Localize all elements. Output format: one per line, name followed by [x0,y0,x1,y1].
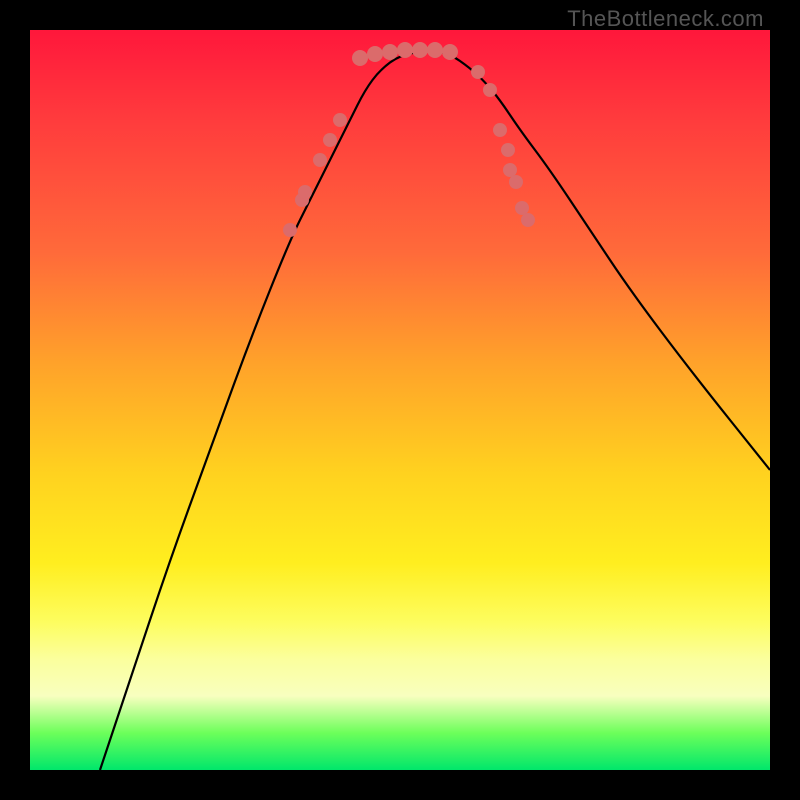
curve-marker [313,153,327,167]
curve-marker [515,201,529,215]
curve-marker [412,42,428,58]
marker-group [283,42,535,237]
curve-marker [427,42,443,58]
curve-marker [493,123,507,137]
curve-marker [503,163,517,177]
watermark-text: TheBottleneck.com [567,6,764,32]
curve-marker [283,223,297,237]
curve-marker [333,113,347,127]
chart-svg [30,30,770,770]
curve-marker [323,133,337,147]
bottleneck-curve [100,51,770,770]
curve-marker [352,50,368,66]
curve-marker [509,175,523,189]
curve-marker [382,44,398,60]
curve-marker [367,46,383,62]
curve-marker [521,213,535,227]
curve-marker [442,44,458,60]
chart-container: TheBottleneck.com [0,0,800,800]
curve-marker [397,42,413,58]
curve-marker [483,83,497,97]
curve-marker [471,65,485,79]
curve-marker [501,143,515,157]
curve-marker [298,185,312,199]
plot-area [30,30,770,770]
